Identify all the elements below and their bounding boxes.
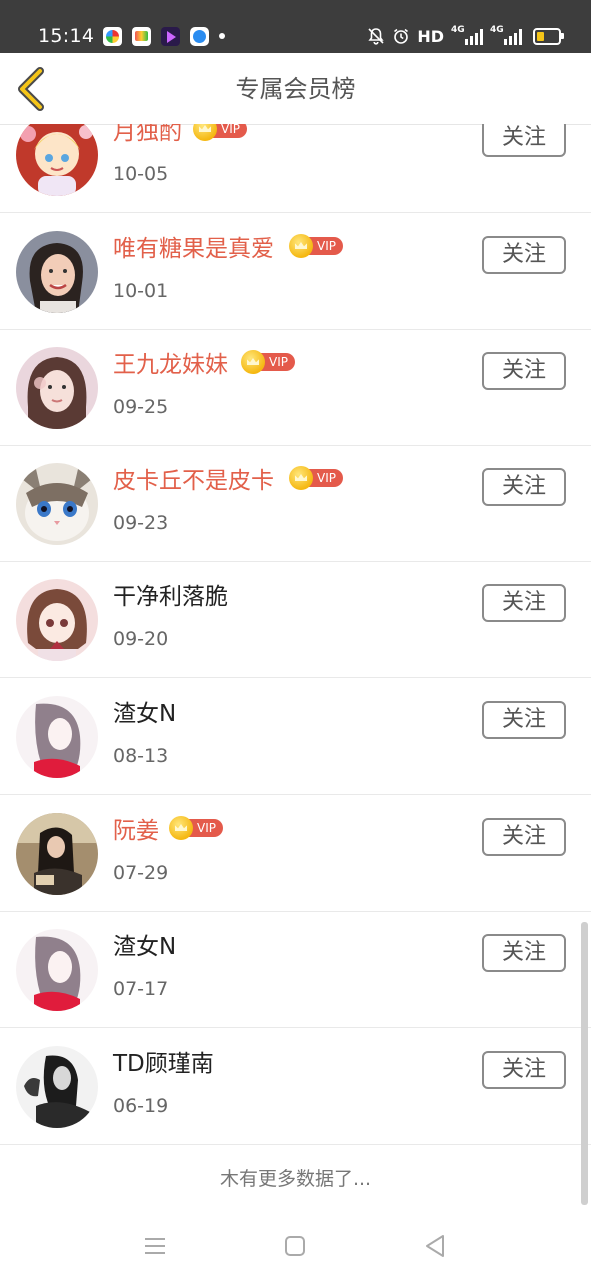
follow-button[interactable]: 关注 (482, 352, 566, 390)
member-name[interactable]: TD顾瑾南 (113, 1049, 214, 1079)
app-notification-icon (132, 26, 151, 46)
vip-badge: VIP (169, 816, 223, 840)
avatar[interactable] (16, 579, 98, 661)
home-button[interactable] (281, 1232, 309, 1260)
list-item[interactable]: 王九龙妹妹 VIP 09-25 关注 (0, 330, 591, 446)
status-indicators: HD 4G 4G (367, 24, 564, 48)
network-type-label: 4G (451, 25, 465, 35)
member-name[interactable]: 阮姜 (113, 816, 159, 846)
avatar[interactable] (16, 463, 98, 545)
follow-button[interactable]: 关注 (482, 468, 566, 506)
list-item[interactable]: 唯有糖果是真爱 VIP 10-01 关注 (0, 214, 591, 330)
follow-button[interactable]: 关注 (482, 1051, 566, 1089)
follow-button[interactable]: 关注 (482, 818, 566, 856)
avatar[interactable] (16, 696, 98, 778)
status-bar: 15:14 HD 4G 4G (0, 0, 591, 53)
title-bar: 专属会员榜 (0, 53, 591, 125)
follow-button[interactable]: 关注 (482, 934, 566, 972)
crown-icon (241, 350, 265, 374)
scrollbar[interactable] (581, 922, 588, 1205)
member-list[interactable]: 月独酌 VIP 10-05 关注 唯有糖果是真爱 VIP 10-01 关注 王九… (0, 124, 591, 1146)
join-date: 09-20 (113, 628, 169, 650)
join-date: 08-13 (113, 745, 169, 767)
system-nav-bar (0, 1210, 591, 1280)
avatar[interactable] (16, 813, 98, 895)
menu-icon (145, 1238, 165, 1254)
avatar[interactable] (16, 231, 98, 313)
member-name[interactable]: 干净利落脆 (113, 582, 228, 612)
avatar[interactable] (16, 1046, 98, 1128)
member-name[interactable]: 唯有糖果是真爱 (113, 234, 274, 264)
battery-icon (533, 27, 564, 45)
avatar[interactable] (16, 347, 98, 429)
vip-badge: VIP (289, 466, 343, 490)
avatar[interactable] (16, 124, 98, 196)
mute-bell-icon (368, 28, 384, 45)
home-square-icon (285, 1236, 305, 1256)
browser-app-icon (190, 26, 209, 46)
join-date: 10-05 (113, 163, 169, 185)
member-name[interactable]: 渣女N (113, 699, 176, 729)
list-item[interactable]: 月独酌 VIP 10-05 关注 (0, 124, 591, 213)
signal-strength-icon: 4G (451, 25, 483, 45)
status-time: 15:14 (38, 25, 95, 47)
triangle-back-icon (426, 1235, 444, 1257)
hd-voice-indicator: HD (417, 26, 444, 46)
vip-badge: VIP (289, 234, 343, 258)
page-title: 专属会员榜 (235, 75, 356, 103)
list-item[interactable]: 皮卡丘不是皮卡 VIP 09-23 关注 (0, 446, 591, 562)
member-name[interactable]: 渣女N (113, 932, 176, 962)
crown-icon (193, 124, 217, 141)
app-notification-icon (103, 26, 122, 46)
member-name[interactable]: 月独酌 (113, 124, 182, 147)
join-date: 10-01 (113, 280, 169, 302)
vip-badge: VIP (193, 124, 247, 141)
list-item[interactable]: 阮姜 VIP 07-29 关注 (0, 796, 591, 912)
member-name[interactable]: 皮卡丘不是皮卡 (113, 466, 274, 496)
join-date: 07-17 (113, 978, 169, 1000)
video-app-icon (161, 26, 180, 46)
more-notifications-dot (219, 33, 225, 39)
notification-icons (103, 25, 225, 47)
follow-button[interactable]: 关注 (482, 584, 566, 622)
join-date: 07-29 (113, 862, 169, 884)
list-item[interactable]: 干净利落脆 09-20 关注 (0, 562, 591, 678)
list-item[interactable]: 渣女N 07-17 关注 (0, 912, 591, 1028)
alarm-clock-icon (394, 28, 409, 44)
no-more-data-text: 木有更多数据了... (219, 1168, 372, 1190)
crown-icon (169, 816, 193, 840)
list-item[interactable]: TD顾瑾南 06-19 关注 (0, 1029, 591, 1145)
avatar[interactable] (16, 929, 98, 1011)
list-item[interactable]: 渣女N 08-13 关注 (0, 679, 591, 795)
vip-badge: VIP (241, 350, 295, 374)
menu-button[interactable] (141, 1232, 169, 1260)
network-type-label: 4G (490, 25, 504, 35)
signal-strength-icon: 4G (490, 25, 522, 45)
crown-icon (289, 234, 313, 258)
follow-button[interactable]: 关注 (482, 236, 566, 274)
follow-button[interactable]: 关注 (482, 701, 566, 739)
member-name[interactable]: 王九龙妹妹 (113, 350, 228, 380)
join-date: 09-23 (113, 512, 169, 534)
join-date: 06-19 (113, 1095, 169, 1117)
back-nav-button[interactable] (421, 1232, 449, 1260)
follow-button[interactable]: 关注 (482, 124, 566, 157)
crown-icon (289, 466, 313, 490)
join-date: 09-25 (113, 396, 169, 418)
